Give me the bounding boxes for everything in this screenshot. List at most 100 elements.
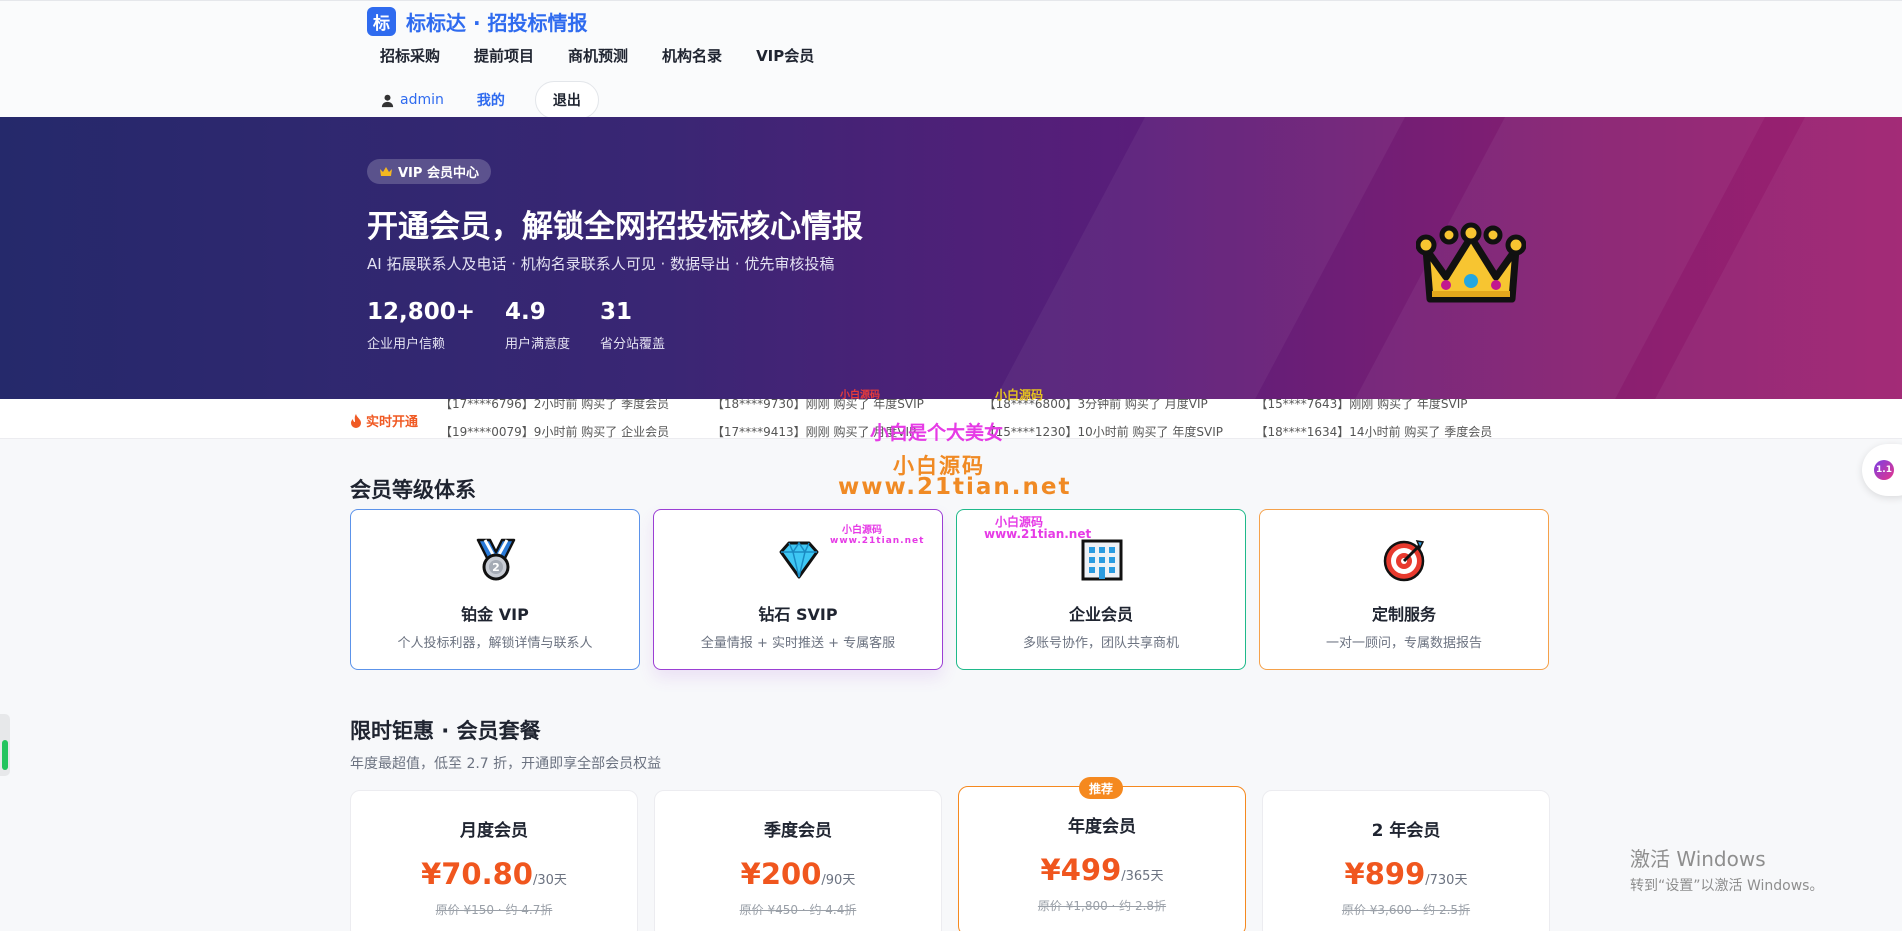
ticker-entry: 【19****0079】9小时前 购买了 企业会员 — [440, 425, 670, 439]
nav-item-bidding[interactable]: 招标采购 — [380, 45, 440, 66]
tiers-title: 会员等级体系 — [350, 478, 476, 502]
brand-name: 标标达 · 招投标情报 — [406, 11, 588, 35]
watermark-text: www.21tian.net — [830, 536, 925, 546]
ticker-label-text: 实时开通 — [366, 415, 419, 430]
stat-label: 企业用户信赖 — [367, 337, 446, 352]
building-icon — [1081, 539, 1123, 581]
stat-value: 4.9 — [505, 299, 546, 325]
stat-users: 12,800+ 企业用户信赖 — [367, 299, 475, 352]
hero-stripe — [948, 117, 1432, 399]
plan-price: ¥899/730天 — [1263, 857, 1549, 891]
nav-item-early-projects[interactable]: 提前项目 — [474, 45, 534, 66]
vip-center-label: VIP 会员中心 — [398, 166, 479, 181]
target-icon — [1383, 540, 1425, 582]
plan-price: ¥499/365天 — [959, 853, 1245, 887]
plans-title: 限时钜惠 · 会员套餐 — [350, 719, 541, 743]
user-name-link[interactable]: admin — [400, 92, 444, 108]
plan-name: 2 年会员 — [1371, 821, 1441, 841]
stat-label: 省分站覆盖 — [600, 337, 666, 352]
svg-text:2: 2 — [492, 561, 500, 574]
watermark-text: 小白源码 — [995, 388, 1044, 402]
windows-activation-title: 激活 Windows — [1630, 847, 1766, 871]
windows-activation-hint: 转到“设置”以激活 Windows。 — [1630, 878, 1824, 894]
floating-assistant-button[interactable]: 1.1 — [1862, 444, 1902, 496]
plan-price-amount: ¥200 — [740, 857, 822, 891]
plan-price: ¥70.80/30天 — [351, 857, 637, 891]
tier-name: 定制服务 — [1371, 605, 1436, 624]
plan-card-monthly[interactable]: 月度会员 ¥70.80/30天 原价 ¥150 · 约 4.7折 — [350, 790, 638, 931]
stat-provinces: 31 省分站覆盖 — [600, 299, 665, 352]
watermark-text: www.21tian.net — [984, 527, 1092, 541]
tier-name: 钻石 SVIP — [758, 605, 838, 624]
hero-subtitle: AI 拓展联系人及电话 · 机构名录联系人可见 · 数据导出 · 优先审核投稿 — [367, 255, 835, 273]
windows-activation-notice: 激活 Windows 转到“设置”以激活 Windows。 — [1630, 843, 1823, 895]
fire-icon — [351, 413, 361, 428]
watermark-text: 小白源码 — [840, 390, 880, 401]
tier-grid: 2 铂金 VIP 个人投标利器，解锁详情与联系人 钻石 SVIP 全量情报 + … — [350, 509, 1562, 670]
tier-name: 企业会员 — [1068, 605, 1133, 624]
watermark-text: 小白源码 — [842, 525, 882, 536]
plan-price: ¥200/90天 — [655, 857, 941, 891]
user-icon — [381, 94, 394, 107]
ticker-entry: 【15****1230】10小时前 购买了 年度SVIP — [983, 425, 1223, 439]
stat-value: 31 — [600, 299, 633, 325]
tier-card-diamond[interactable]: 钻石 SVIP 全量情报 + 实时推送 + 专属客服 — [653, 509, 943, 670]
plan-price-amount: ¥499 — [1040, 853, 1122, 887]
plan-price-period: /365天 — [1121, 869, 1164, 884]
crown-icon — [1416, 222, 1526, 303]
plan-card-two-year[interactable]: 2 年会员 ¥899/730天 原价 ¥3,600 · 约 2.5折 — [1262, 790, 1550, 931]
brand-logo: 标 — [367, 7, 396, 36]
nav-item-vip[interactable]: VIP会员 — [756, 45, 814, 66]
tier-desc: 个人投标利器，解锁详情与联系人 — [397, 636, 593, 651]
recommended-badge: 推荐 — [1079, 777, 1124, 799]
brand[interactable]: 标 标标达 · 招投标情报 — [367, 7, 588, 36]
plan-card-yearly[interactable]: 推荐 年度会员 ¥499/365天 原价 ¥1,800 · 约 2.8折 — [958, 777, 1246, 931]
vip-center-badge: VIP 会员中心 — [367, 159, 491, 184]
plan-price-amount: ¥70.80 — [421, 857, 533, 891]
logout-button[interactable]: 退出 — [534, 81, 599, 119]
user-row: admin 我的 退出 — [380, 81, 599, 119]
plan-price-period: /30天 — [532, 873, 567, 888]
ticker-entry: 【18****1634】14小时前 购买了 季度会员 — [1255, 425, 1493, 439]
stat-satisfaction: 4.9 用户满意度 — [505, 299, 570, 352]
stat-label: 用户满意度 — [505, 337, 571, 352]
plan-name: 季度会员 — [764, 821, 832, 841]
watermark-text: www.21tian.net — [838, 474, 1072, 500]
main-nav: 招标采购 提前项目 商机预测 机构名录 VIP会员 — [380, 45, 848, 66]
plan-original-price: 原价 ¥3,600 · 约 2.5折 — [1341, 903, 1471, 917]
tier-desc: 全量情报 + 实时推送 + 专属客服 — [700, 636, 896, 651]
tier-desc: 多账号协作，团队共享商机 — [1022, 636, 1179, 651]
hero-banner: VIP 会员中心 开通会员，解锁全网招投标核心情报 AI 拓展联系人及电话 · … — [0, 117, 1902, 399]
hero-stats: 12,800+ 企业用户信赖 4.9 用户满意度 31 省分站覆盖 — [367, 299, 695, 352]
ticker-entry: 【15****7643】刚刚 购买了 年度SVIP — [1255, 399, 1468, 411]
plan-price-period: /730天 — [1425, 873, 1468, 888]
plans-subtitle: 年度最超值，低至 2.7 折，开通即享全部会员权益 — [350, 756, 662, 772]
mine-link[interactable]: 我的 — [477, 90, 505, 110]
plan-name: 年度会员 — [1068, 817, 1136, 837]
diamond-icon — [779, 541, 819, 579]
plan-name: 月度会员 — [460, 821, 528, 841]
plan-price-period: /90天 — [821, 873, 856, 888]
plan-price-amount: ¥899 — [1344, 857, 1426, 891]
tier-desc: 一对一顾问，专属数据报告 — [1325, 636, 1482, 651]
plan-original-price: 原价 ¥450 · 约 4.4折 — [739, 903, 857, 917]
assistant-icon: 1.1 — [1874, 460, 1894, 480]
hero-title: 开通会员，解锁全网招投标核心情报 — [367, 209, 863, 245]
tier-card-platinum[interactable]: 2 铂金 VIP 个人投标利器，解锁详情与联系人 — [350, 509, 640, 670]
ticker-line: 【17****6796】2小时前 购买了 季度会员 【18****9730】刚刚… — [440, 399, 1523, 415]
crown-icon — [380, 167, 392, 176]
scroll-progress-fill — [2, 740, 8, 770]
medal-icon: 2 — [476, 538, 516, 581]
stat-value: 12,800+ — [367, 299, 476, 325]
scroll-progress-widget[interactable] — [0, 714, 10, 776]
plan-card-quarterly[interactable]: 季度会员 ¥200/90天 原价 ¥450 · 约 4.4折 — [654, 790, 942, 931]
top-header: 标 标标达 · 招投标情报 招标采购 提前项目 商机预测 机构名录 VIP会员 … — [0, 0, 1902, 119]
plan-original-price: 原价 ¥1,800 · 约 2.8折 — [1037, 899, 1167, 913]
watermark-text: 小白是个大美女 — [870, 422, 1004, 444]
nav-item-directory[interactable]: 机构名录 — [662, 45, 722, 66]
ticker-label: 实时开通 — [350, 411, 418, 430]
plan-grid: 月度会员 ¥70.80/30天 原价 ¥150 · 约 4.7折 季度会员 ¥2… — [350, 777, 1566, 931]
ticker-entry: 【17****6796】2小时前 购买了 季度会员 — [440, 399, 670, 411]
tier-card-custom[interactable]: 定制服务 一对一顾问，专属数据报告 — [1259, 509, 1549, 670]
nav-item-forecast[interactable]: 商机预测 — [568, 45, 628, 66]
